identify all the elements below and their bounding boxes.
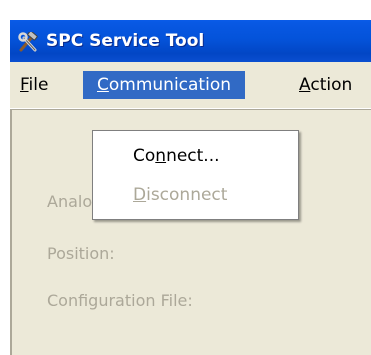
connect-mnemonic: n bbox=[155, 146, 167, 166]
disconnect-mnemonic: D bbox=[133, 185, 147, 205]
menu-action-mnemonic: A bbox=[299, 75, 311, 95]
menu-file[interactable]: File bbox=[18, 71, 50, 99]
position-label: Position: bbox=[47, 244, 115, 263]
connect-menu-item[interactable]: Connect... bbox=[93, 140, 298, 172]
title-bar[interactable]: SPC Service Tool bbox=[10, 20, 371, 62]
menu-action[interactable]: Action bbox=[297, 71, 354, 99]
menu-file-mnemonic: F bbox=[20, 75, 29, 95]
menu-communication[interactable]: Communication bbox=[83, 71, 245, 99]
crossed-tools-icon bbox=[17, 30, 39, 52]
app-window: SPC Service Tool File Communication Acti… bbox=[10, 20, 371, 355]
disconnect-label-end: isconnect bbox=[146, 185, 228, 205]
connect-label-end: nect... bbox=[166, 146, 220, 166]
menu-bar: File Communication Action bbox=[10, 62, 371, 109]
menu-file-label: ile bbox=[28, 75, 49, 95]
communication-dropdown-menu: Connect... Disconnect bbox=[92, 130, 299, 220]
menu-communication-mnemonic: C bbox=[97, 75, 109, 95]
connect-label-start: Co bbox=[133, 146, 156, 166]
window-title: SPC Service Tool bbox=[46, 31, 205, 51]
menu-communication-label: ommunication bbox=[108, 75, 231, 95]
configuration-file-label: Configuration File: bbox=[47, 291, 193, 310]
disconnect-menu-item[interactable]: Disconnect bbox=[93, 179, 298, 211]
menu-action-label: ction bbox=[310, 75, 353, 95]
